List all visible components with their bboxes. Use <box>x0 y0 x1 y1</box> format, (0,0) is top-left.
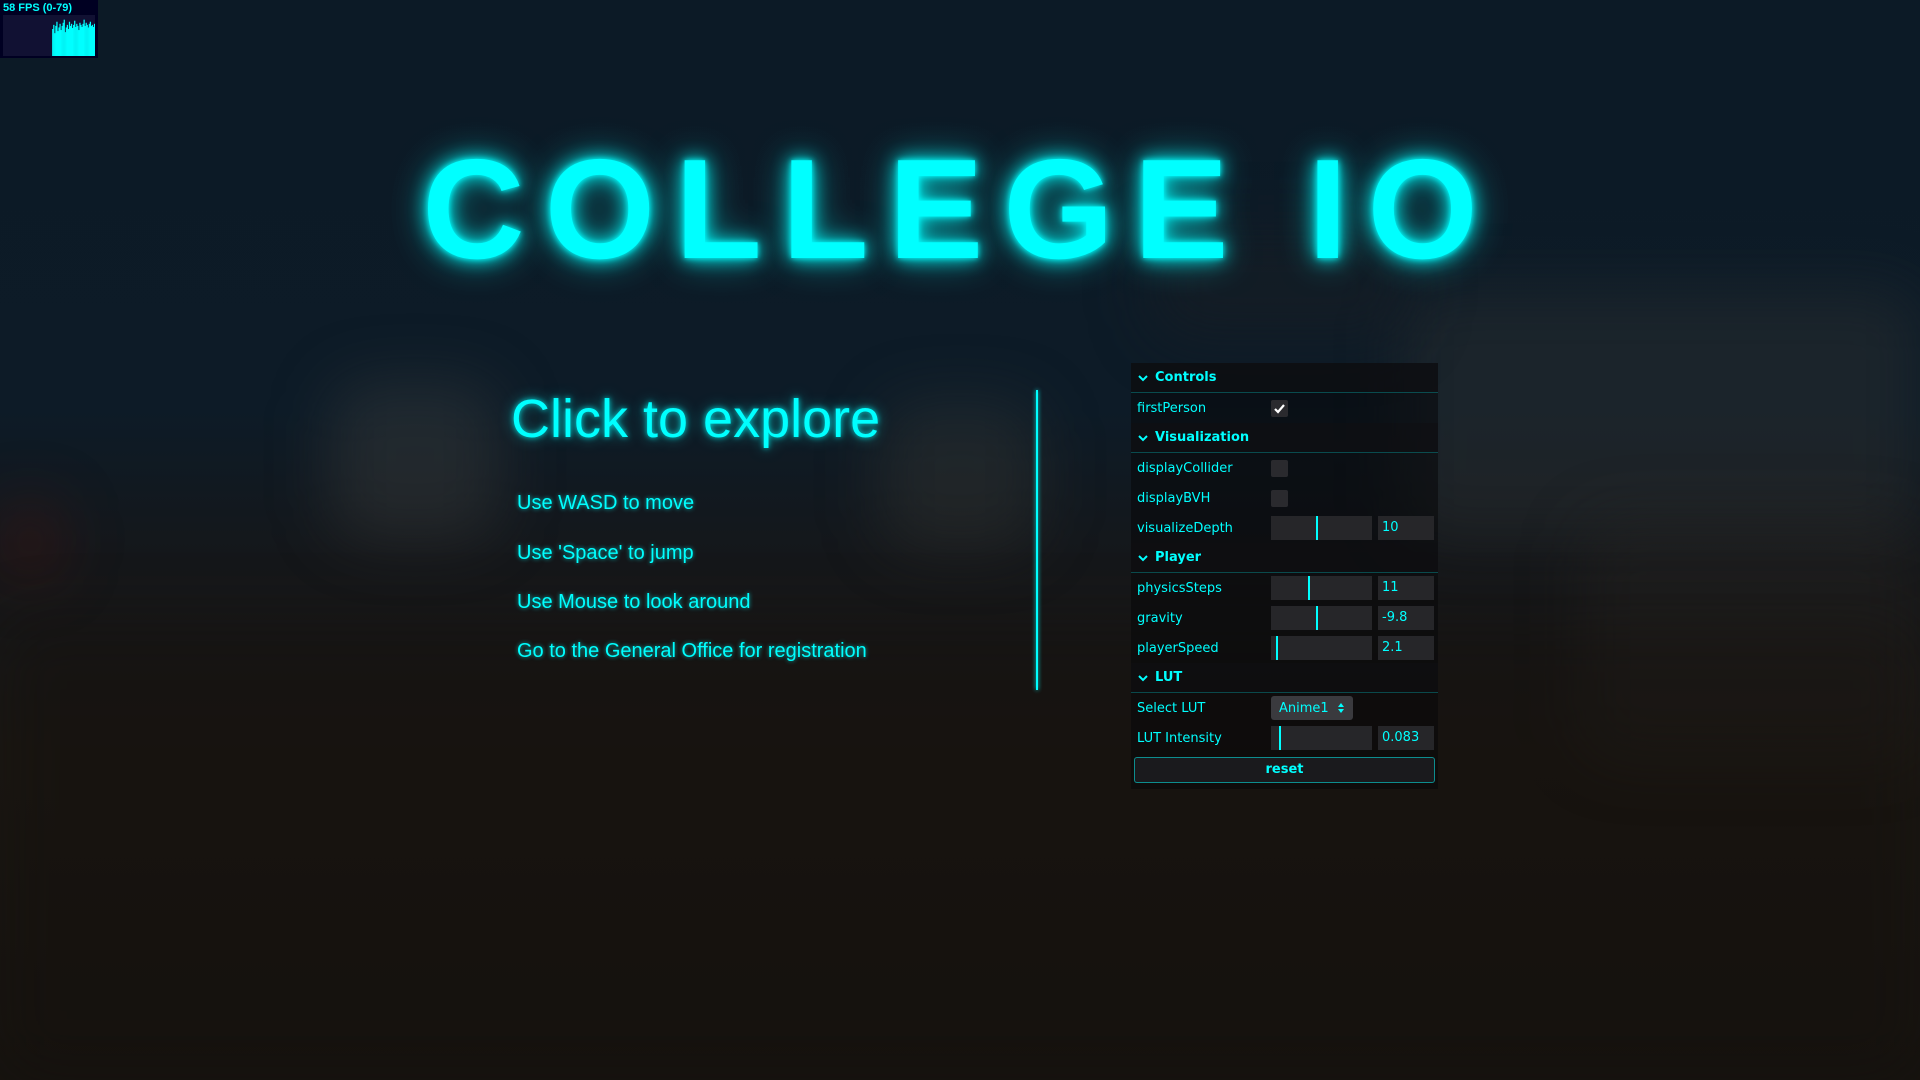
slider-knob[interactable] <box>1275 636 1278 660</box>
folder-controls-title: Controls <box>1155 370 1217 385</box>
playerspeed-input[interactable]: 2.1 <box>1378 636 1434 660</box>
instruction-look: Use Mouse to look around <box>517 591 751 613</box>
chevron-down-icon <box>1137 372 1149 384</box>
folder-player-title: Player <box>1155 550 1202 565</box>
reset-button[interactable]: reset <box>1134 757 1435 783</box>
lut-select-value: Anime1 <box>1279 700 1329 716</box>
lut-intensity-slider[interactable] <box>1271 726 1372 750</box>
playerspeed-slider[interactable] <box>1271 636 1372 660</box>
fps-bar <box>93 23 95 56</box>
check-icon <box>1274 403 1285 414</box>
scene-blur <box>0 620 1920 1080</box>
firstperson-label: firstPerson <box>1137 400 1207 416</box>
scene-blur <box>0 500 60 580</box>
visualizedepth-input[interactable]: 10 <box>1378 516 1434 540</box>
displaycollider-checkbox[interactable] <box>1271 459 1288 477</box>
playerspeed-label: playerSpeed <box>1137 640 1219 656</box>
physicssteps-label: physicsSteps <box>1137 580 1222 596</box>
row-playerspeed: playerSpeed 2.1 <box>1131 633 1438 663</box>
fps-meter[interactable]: 58 FPS (0-79) <box>0 0 98 58</box>
folder-lut[interactable]: LUT <box>1131 663 1438 693</box>
folder-lut-title: LUT <box>1155 670 1183 685</box>
folder-visualization[interactable]: Visualization <box>1131 423 1438 453</box>
slider-knob[interactable] <box>1315 606 1318 630</box>
instruction-move: Use WASD to move <box>517 492 695 514</box>
scene-blur <box>1400 290 1920 540</box>
slider-knob[interactable] <box>1315 516 1318 540</box>
select-lut-label: Select LUT <box>1137 700 1206 716</box>
click-to-explore[interactable]: Click to explore <box>511 388 880 450</box>
row-displaycollider: displayCollider <box>1131 453 1438 483</box>
displaybvh-label: displayBVH <box>1137 490 1211 506</box>
fps-graph <box>3 15 95 56</box>
visualizedepth-slider[interactable] <box>1271 516 1372 540</box>
row-displaybvh: displayBVH <box>1131 483 1438 513</box>
instruction-jump: Use 'Space' to jump <box>517 542 694 564</box>
firstperson-checkbox[interactable] <box>1271 399 1288 417</box>
folder-controls[interactable]: Controls <box>1131 363 1438 393</box>
gravity-input[interactable]: -9.8 <box>1378 606 1434 630</box>
select-arrows-icon <box>1337 703 1344 713</box>
folder-visualization-title: Visualization <box>1155 430 1250 445</box>
folder-player[interactable]: Player <box>1131 543 1438 573</box>
row-gravity: gravity -9.8 <box>1131 603 1438 633</box>
slider-knob[interactable] <box>1307 576 1310 600</box>
row-lut-intensity: LUT Intensity 0.083 <box>1131 723 1438 753</box>
row-physicssteps: physicsSteps 11 <box>1131 573 1438 603</box>
lut-select[interactable]: Anime1 <box>1271 696 1353 720</box>
chevron-down-icon <box>1137 432 1149 444</box>
displaycollider-label: displayCollider <box>1137 460 1233 476</box>
scene-blur <box>880 400 1040 550</box>
divider <box>1036 390 1038 690</box>
lut-intensity-input[interactable]: 0.083 <box>1378 726 1434 750</box>
lut-intensity-label: LUT Intensity <box>1137 730 1222 746</box>
chevron-down-icon <box>1137 672 1149 684</box>
game-title: COLLEGE IO <box>422 130 1498 289</box>
settings-panel: Controls firstPerson Visualization displ… <box>1131 363 1438 789</box>
fps-graph-svg <box>52 19 95 56</box>
displaybvh-checkbox[interactable] <box>1271 489 1288 507</box>
row-visualizedepth: visualizeDepth 10 <box>1131 513 1438 543</box>
slider-knob[interactable] <box>1278 726 1281 750</box>
gravity-label: gravity <box>1137 610 1183 626</box>
physicssteps-slider[interactable] <box>1271 576 1372 600</box>
instruction-registration: Go to the General Office for registratio… <box>517 640 867 662</box>
fps-label: 58 FPS (0-79) <box>3 2 73 14</box>
gravity-slider[interactable] <box>1271 606 1372 630</box>
row-select-lut: Select LUT Anime1 <box>1131 693 1438 723</box>
chevron-down-icon <box>1137 552 1149 564</box>
physicssteps-input[interactable]: 11 <box>1378 576 1434 600</box>
visualizedepth-label: visualizeDepth <box>1137 520 1233 536</box>
row-firstperson: firstPerson <box>1131 393 1438 423</box>
scene-blur <box>330 380 500 540</box>
